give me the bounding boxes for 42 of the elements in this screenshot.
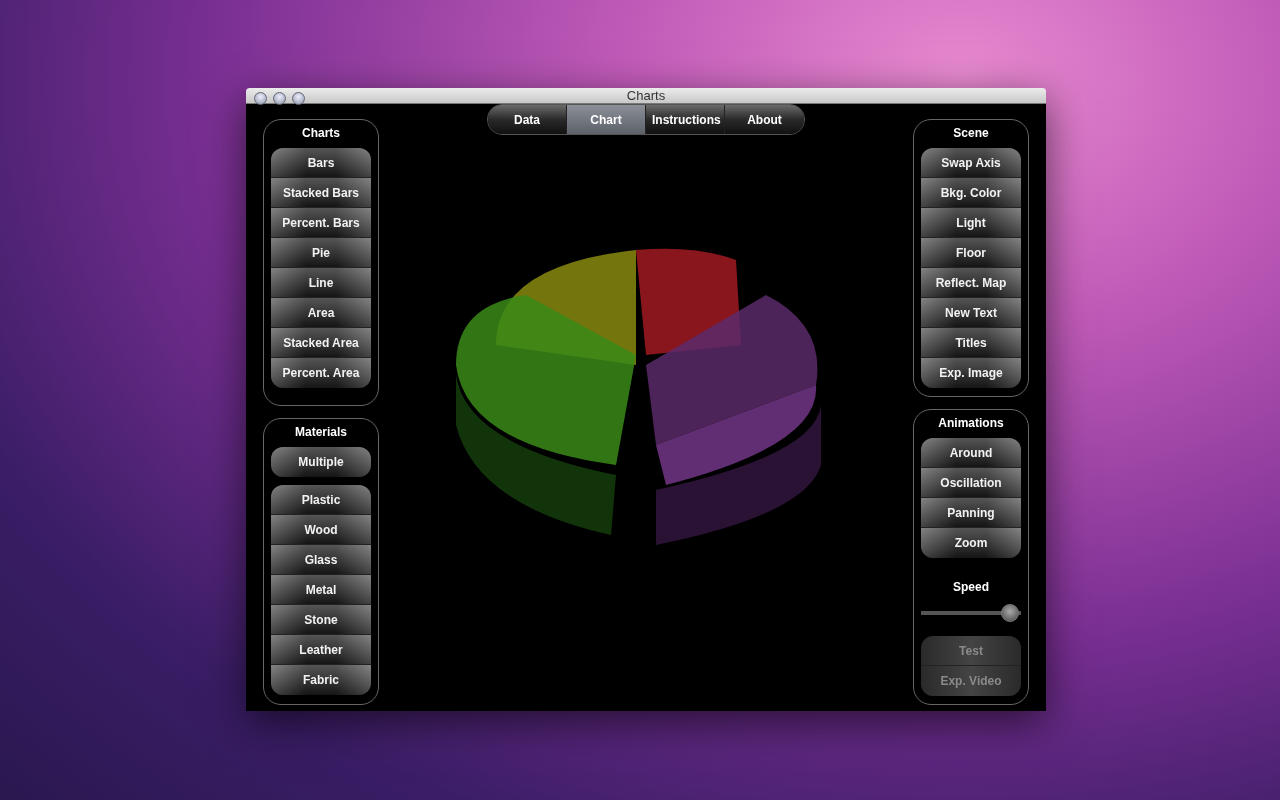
slider-thumb[interactable] [1000,604,1019,622]
panel-button[interactable]: Around [921,438,1021,468]
tab[interactable]: Instructions [646,105,725,134]
speed-label: Speed [953,580,989,594]
tab[interactable]: Data [488,105,567,134]
panel-button[interactable]: Percent. Bars [271,208,371,238]
panel-title: Materials [295,424,347,439]
tab[interactable]: Chart [567,105,646,134]
panel-button[interactable]: Swap Axis [921,148,1021,178]
panel-button[interactable]: Stone [271,605,371,635]
tab[interactable]: About [725,105,804,134]
panel-button[interactable]: Oscillation [921,468,1021,498]
panel-button[interactable]: Wood [271,515,371,545]
zoom-icon[interactable] [292,92,305,105]
panel-button[interactable]: Fabric [271,665,371,695]
panel-title: Scene [953,125,989,140]
panel-button[interactable]: Bkg. Color [921,178,1021,208]
panel-button[interactable]: Glass [271,545,371,575]
panel-title: Charts [302,125,340,140]
panel-button[interactable]: Floor [921,238,1021,268]
panel-button[interactable]: Bars [271,148,371,178]
panel-button[interactable]: Percent. Area [271,358,371,388]
panel-button[interactable]: Reflect. Map [921,268,1021,298]
panel-title: Animations [938,415,1004,430]
panel-button[interactable]: Plastic [271,485,371,515]
panel-button[interactable]: Panning [921,498,1021,528]
panel-button[interactable]: Metal [271,575,371,605]
panel-button[interactable]: Pie [271,238,371,268]
panel-button[interactable]: Area [271,298,371,328]
panel-button[interactable]: Titles [921,328,1021,358]
panel-button[interactable]: Multiple [271,447,371,477]
panel-button[interactable]: Exp. Image [921,358,1021,388]
panel-button[interactable]: Leather [271,635,371,665]
panel-button[interactable]: New Text [921,298,1021,328]
window-title: Charts [626,88,666,103]
close-icon[interactable] [254,92,267,105]
minimize-icon[interactable] [273,92,286,105]
panel-button[interactable]: Stacked Bars [271,178,371,208]
panel-button[interactable]: Light [921,208,1021,238]
panel-button[interactable]: Stacked Area [271,328,371,358]
panel-button[interactable]: Zoom [921,528,1021,558]
panel-button[interactable]: Line [271,268,371,298]
